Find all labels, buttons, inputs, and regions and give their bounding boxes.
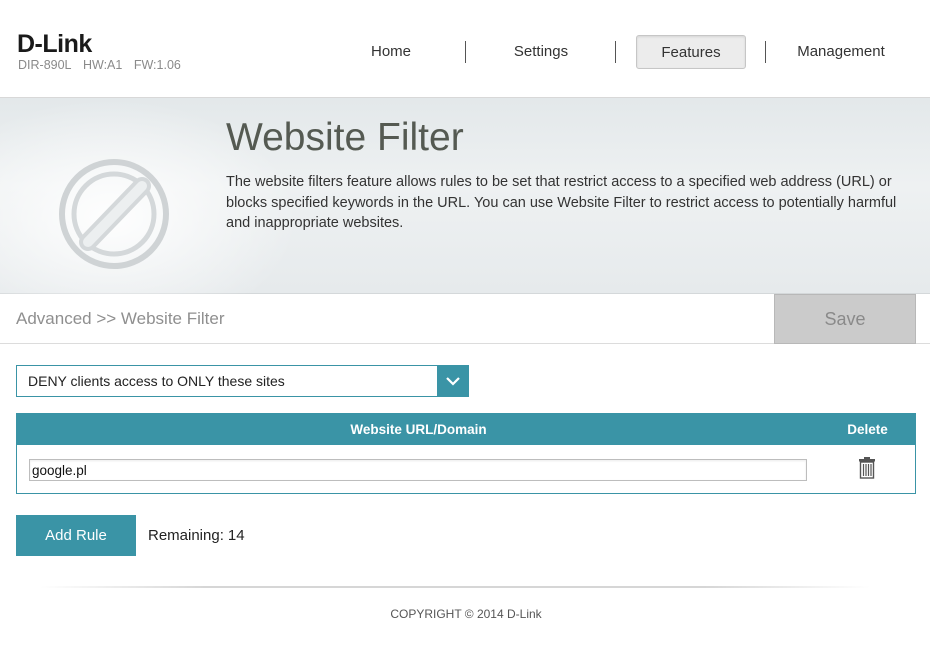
copyright: COPYRIGHT © 2014 D-Link xyxy=(390,607,542,621)
table-header: Website URL/Domain Delete xyxy=(17,414,915,445)
nav-features[interactable]: Features xyxy=(636,35,746,69)
add-rule-button[interactable]: Add Rule xyxy=(16,515,136,556)
hardware-version: HW:A1 xyxy=(82,58,123,72)
filter-mode-value: DENY clients access to ONLY these sites xyxy=(28,373,285,389)
model-name: DIR-890L xyxy=(18,58,72,72)
nav-settings[interactable]: Settings xyxy=(466,35,616,69)
remaining-label: Remaining: xyxy=(148,527,224,544)
firmware-version: FW:1.06 xyxy=(133,58,181,72)
breadcrumb: Advanced >> Website Filter xyxy=(16,309,225,328)
remaining-value: 14 xyxy=(227,527,245,544)
rules-table: Website URL/Domain Delete xyxy=(16,413,916,494)
trash-icon[interactable] xyxy=(858,457,876,479)
page-description: The website filters feature allows rules… xyxy=(226,174,897,231)
chevron-down-icon xyxy=(445,377,460,386)
nav-management[interactable]: Management xyxy=(766,35,916,69)
dlink-logo: D-Link xyxy=(17,30,92,58)
nav-home[interactable]: Home xyxy=(316,35,466,69)
footer-divider xyxy=(40,586,870,588)
device-info: DIR-890L HW:A1 FW:1.06 xyxy=(18,58,189,72)
select-arrow-button[interactable] xyxy=(437,366,468,396)
save-button[interactable]: Save xyxy=(774,294,916,344)
remaining-count: Remaining: 14 xyxy=(148,527,245,544)
nav-separator xyxy=(615,41,616,63)
column-header-delete: Delete xyxy=(847,422,888,437)
column-header-url: Website URL/Domain xyxy=(350,422,487,437)
filter-mode-select[interactable]: DENY clients access to ONLY these sites xyxy=(16,365,469,397)
url-input[interactable] xyxy=(29,459,807,481)
breadcrumb-bar: Advanced >> Website Filter Save xyxy=(0,294,930,344)
prohibited-icon xyxy=(59,159,169,269)
feature-banner: Website Filter The website filters featu… xyxy=(0,98,930,294)
top-header: D-Link DIR-890L HW:A1 FW:1.06 Home Setti… xyxy=(0,0,930,98)
page-title: Website Filter xyxy=(226,116,464,159)
